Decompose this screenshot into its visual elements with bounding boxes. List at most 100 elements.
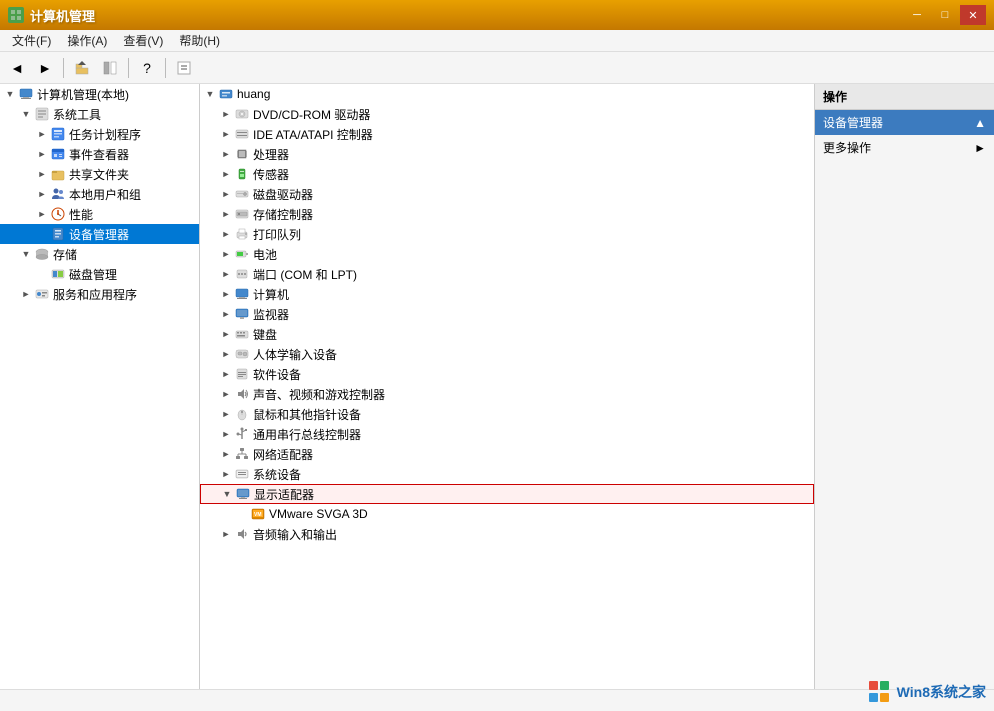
task-icon <box>50 126 66 142</box>
display-adapter-label: 显示适配器 <box>254 486 314 503</box>
close-button[interactable]: ✕ <box>960 5 986 25</box>
tree-device-manager[interactable]: 设备管理器 <box>0 224 199 244</box>
device-hdd[interactable]: ► 磁盘驱动器 <box>200 184 814 204</box>
software-label: 软件设备 <box>253 366 301 383</box>
show-hide-button[interactable] <box>97 56 123 80</box>
services-label: 服务和应用程序 <box>53 286 137 303</box>
device-audio-io[interactable]: ► 音频输入和输出 <box>200 524 814 544</box>
storage-ctrl-label: 存储控制器 <box>253 206 313 223</box>
tree-system-tools[interactable]: ▼ 系统工具 <box>0 104 199 124</box>
device-cpu[interactable]: ► 处理器 <box>200 144 814 164</box>
help-button[interactable]: ? <box>134 56 160 80</box>
device-battery[interactable]: ► 电池 <box>200 244 814 264</box>
up-button[interactable] <box>69 56 95 80</box>
hdd-icon <box>234 186 250 202</box>
menu-action[interactable]: 操作(A) <box>59 30 115 51</box>
vmware-label: VMware SVGA 3D <box>269 507 368 521</box>
tree-shared-folders[interactable]: ► 共享文件夹 <box>0 164 199 184</box>
share-icon <box>50 166 66 182</box>
left-panel: ▼ 计算机管理(本地) ▼ 系统工具 <box>0 84 200 689</box>
menu-file[interactable]: 文件(F) <box>4 30 59 51</box>
system-icon <box>234 466 250 482</box>
storage-ctrl-expander: ► <box>218 206 234 222</box>
menu-help[interactable]: 帮助(H) <box>171 30 228 51</box>
huang-expander: ▼ <box>202 86 218 102</box>
center-panel: ▼ huang ► DVD/CD-ROM 驱动器 <box>200 84 814 689</box>
event-label: 事件查看器 <box>69 146 129 163</box>
network-icon <box>234 446 250 462</box>
device-storage-ctrl[interactable]: ► 存储控制器 <box>200 204 814 224</box>
tree-storage[interactable]: ▼ 存储 <box>0 244 199 264</box>
port-label: 端口 (COM 和 LPT) <box>253 266 357 283</box>
display-adapter-icon <box>235 486 251 502</box>
keyboard-label: 键盘 <box>253 326 277 343</box>
toolbar: ◄ ► ? <box>0 52 994 84</box>
device-mgr-expander <box>34 226 50 242</box>
window-title: 计算机管理 <box>30 6 95 25</box>
hid-expander: ► <box>218 346 234 362</box>
device-manager-action-label: 设备管理器 <box>823 114 883 131</box>
device-port[interactable]: ► 端口 (COM 和 LPT) <box>200 264 814 284</box>
monitor-label: 监视器 <box>253 306 289 323</box>
device-mouse[interactable]: ► 鼠标和其他指针设备 <box>200 404 814 424</box>
tree-performance[interactable]: ► 性能 <box>0 204 199 224</box>
device-dvd[interactable]: ► DVD/CD-ROM 驱动器 <box>200 104 814 124</box>
audio-io-expander: ► <box>218 526 234 542</box>
chevron-up-icon: ▲ <box>974 116 986 130</box>
svg-text:VM: VM <box>254 512 262 518</box>
device-keyboard[interactable]: ► 键盘 <box>200 324 814 344</box>
device-usb[interactable]: ► 通用串行总线控制器 <box>200 424 814 444</box>
export-button[interactable] <box>171 56 197 80</box>
toolbar-separator-2 <box>128 58 129 78</box>
forward-button[interactable]: ► <box>32 56 58 80</box>
minimize-button[interactable]: ─ <box>904 5 930 25</box>
main-container: ▼ 计算机管理(本地) ▼ 系统工具 <box>0 84 994 689</box>
device-sensor[interactable]: ► 传感器 <box>200 164 814 184</box>
tree-task-scheduler[interactable]: ► 任务计划程序 <box>0 124 199 144</box>
device-network[interactable]: ► 网络适配器 <box>200 444 814 464</box>
system-expander: ► <box>218 466 234 482</box>
status-bar <box>0 689 994 711</box>
users-icon <box>50 186 66 202</box>
device-print[interactable]: ► 打印队列 <box>200 224 814 244</box>
hid-label: 人体学输入设备 <box>253 346 337 363</box>
device-ide[interactable]: ► IDE ATA/ATAPI 控制器 <box>200 124 814 144</box>
right-panel-more-actions[interactable]: 更多操作 ► <box>815 135 994 160</box>
usb-label: 通用串行总线控制器 <box>253 426 361 443</box>
device-root-huang[interactable]: ▼ huang <box>200 84 814 104</box>
keyboard-icon <box>234 326 250 342</box>
share-expander: ► <box>34 166 50 182</box>
hdd-expander: ► <box>218 186 234 202</box>
audio-label: 声音、视频和游戏控制器 <box>253 386 385 403</box>
event-icon <box>50 146 66 162</box>
device-vmware-svga[interactable]: VM VMware SVGA 3D <box>200 504 814 524</box>
tree-services[interactable]: ► 服务和应用程序 <box>0 284 199 304</box>
tree-root[interactable]: ▼ 计算机管理(本地) <box>0 84 199 104</box>
perf-icon <box>50 206 66 222</box>
tree-event-viewer[interactable]: ► 事件查看器 <box>0 144 199 164</box>
hid-icon <box>234 346 250 362</box>
computer-label: 计算机 <box>253 286 289 303</box>
storage-ctrl-icon <box>234 206 250 222</box>
tree-local-users[interactable]: ► 本地用户和组 <box>0 184 199 204</box>
disk-mgmt-icon <box>50 266 66 282</box>
device-monitor[interactable]: ► 监视器 <box>200 304 814 324</box>
device-computer[interactable]: ► 计算机 <box>200 284 814 304</box>
device-display-adapter[interactable]: ▼ 显示适配器 <box>200 484 814 504</box>
chevron-right-icon: ► <box>974 141 986 155</box>
tree-disk-management[interactable]: 磁盘管理 <box>0 264 199 284</box>
cpu-icon <box>234 146 250 162</box>
device-system[interactable]: ► 系统设备 <box>200 464 814 484</box>
maximize-button[interactable]: □ <box>932 5 958 25</box>
device-hid[interactable]: ► 人体学输入设备 <box>200 344 814 364</box>
system-tools-expander: ▼ <box>18 106 34 122</box>
back-button[interactable]: ◄ <box>4 56 30 80</box>
audio-io-icon <box>234 526 250 542</box>
right-panel: 操作 设备管理器 ▲ 更多操作 ► <box>814 84 994 689</box>
menu-view[interactable]: 查看(V) <box>115 30 171 51</box>
right-panel-device-manager[interactable]: 设备管理器 ▲ <box>815 110 994 135</box>
hdd-label: 磁盘驱动器 <box>253 186 313 203</box>
device-software[interactable]: ► 软件设备 <box>200 364 814 384</box>
device-audio[interactable]: ► 声音、视频和游戏控制器 <box>200 384 814 404</box>
more-actions-label: 更多操作 <box>823 139 871 156</box>
